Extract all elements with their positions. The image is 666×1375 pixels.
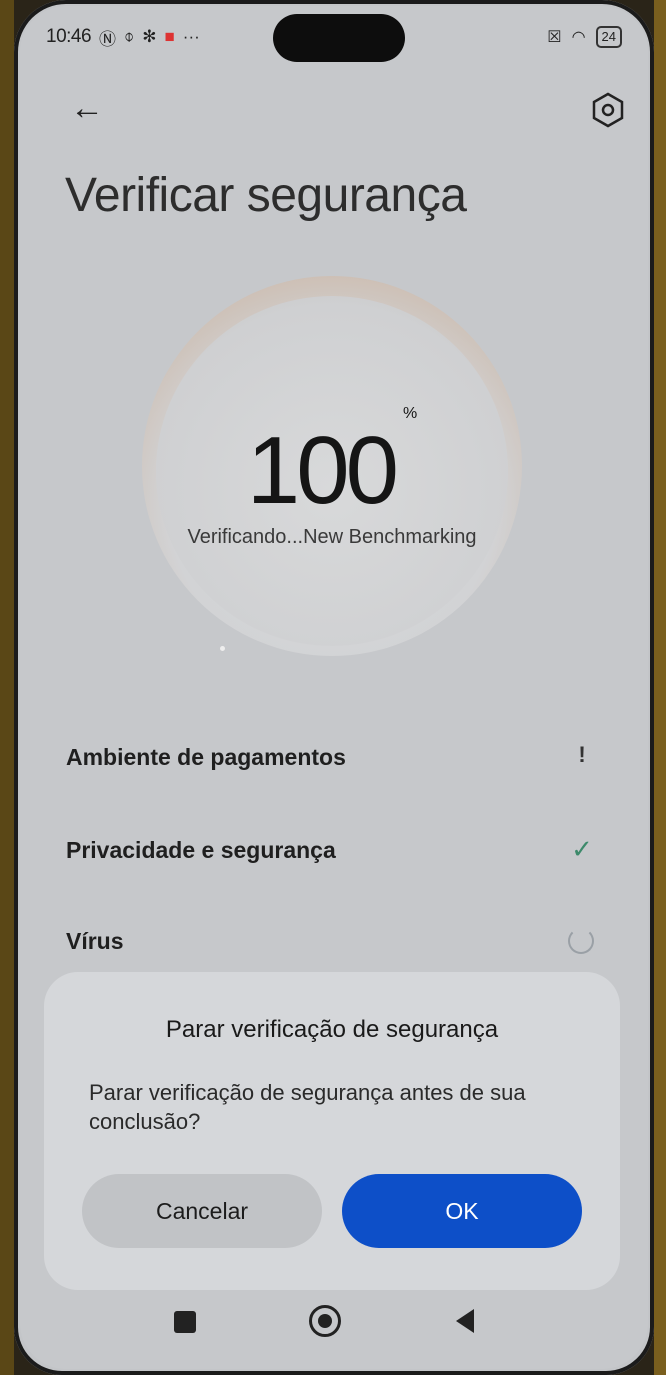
exclamation-icon[interactable]: ! xyxy=(568,742,596,770)
screen: 10:46 Ⓝ ⌽ ✻ ■ ··· ☒ ◠ 24 ← Verificar seg… xyxy=(20,6,648,1369)
notification-icon: ⌽ xyxy=(124,27,135,46)
progress-ring: 100% Verificando...New Benchmarking xyxy=(142,276,522,656)
decorative-dot xyxy=(220,646,225,651)
app-notification-icon: ■ xyxy=(164,27,175,46)
camera-notch xyxy=(273,14,405,62)
more-icon: ··· xyxy=(182,27,200,46)
phone: 10:46 Ⓝ ⌽ ✻ ■ ··· ☒ ◠ 24 ← Verificar seg… xyxy=(14,0,654,1375)
ok-button[interactable]: OK xyxy=(342,1174,582,1248)
device-frame-right xyxy=(654,0,666,1375)
recent-apps-icon[interactable] xyxy=(174,1311,196,1333)
cancel-button[interactable]: Cancelar xyxy=(82,1174,322,1248)
progress-value: 100% xyxy=(142,405,522,526)
nfc-icon: Ⓝ xyxy=(99,29,117,49)
wifi-icon: ◠ xyxy=(571,29,586,46)
dialog-title: Parar verificação de segurança xyxy=(165,1016,499,1043)
page-title: Verificar segurança xyxy=(65,169,467,222)
progress-status: Verificando...New Benchmarking xyxy=(187,526,477,548)
back-button[interactable]: ← xyxy=(70,88,106,128)
check-item-virus-label: Vírus xyxy=(66,928,124,954)
battery-icon: 24 xyxy=(595,26,622,48)
hexagon-settings-icon xyxy=(592,92,624,128)
percent-sign: % xyxy=(402,405,418,422)
device-frame-left xyxy=(0,0,14,1375)
sim-icon: ☒ xyxy=(547,29,562,46)
spinner-icon xyxy=(568,928,596,956)
system-nav-bar xyxy=(20,1281,648,1369)
settings-button[interactable] xyxy=(588,90,628,130)
checkmark-icon: ✓ xyxy=(571,834,593,864)
gear-icon: ✻ xyxy=(142,27,157,46)
nav-back-icon[interactable] xyxy=(456,1309,474,1333)
stop-scan-dialog: Parar verificação de segurança Parar ver… xyxy=(44,972,620,1290)
arrow-left-icon: ← xyxy=(70,89,104,127)
home-icon[interactable] xyxy=(309,1305,341,1337)
check-item-payment-label: Ambiente de pagamentos xyxy=(66,744,346,770)
progress-number: 100 xyxy=(246,417,399,524)
check-item-privacy-label: Privacidade e segurança xyxy=(66,837,336,863)
status-time: 10:46 xyxy=(46,26,92,47)
dialog-message: Parar verificação de segurança antes de … xyxy=(89,1080,526,1134)
